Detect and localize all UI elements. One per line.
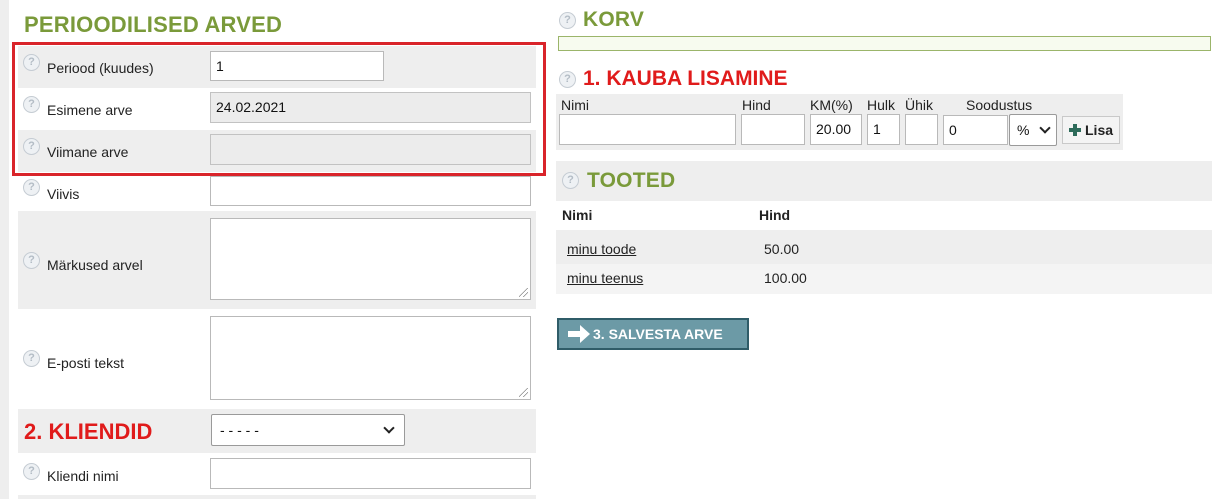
col-header-name: Nimi xyxy=(561,97,589,113)
discount-type-select[interactable]: % xyxy=(1009,114,1057,146)
help-icon[interactable] xyxy=(23,350,40,367)
add-item-title: 1. KAUBA LISAMINE xyxy=(583,67,788,90)
left-edge-strip xyxy=(0,0,9,499)
highlight-box xyxy=(12,42,546,176)
notes-label: Märkused arvel xyxy=(47,257,143,273)
email-text-textarea[interactable] xyxy=(210,316,531,400)
col-header-price: Hind xyxy=(742,97,771,113)
row-divider xyxy=(18,495,536,499)
add-item-button[interactable]: Lisa xyxy=(1062,116,1121,144)
col-header-discount: Soodustus xyxy=(966,97,1033,113)
plus-icon xyxy=(1069,124,1081,136)
notes-textarea[interactable] xyxy=(210,218,531,300)
col-header-vat: KM(%) xyxy=(810,97,853,113)
penalty-label: Viivis xyxy=(47,186,80,202)
cart-box xyxy=(558,36,1211,51)
product-link[interactable]: minu teenus xyxy=(567,270,643,286)
chevron-down-icon xyxy=(1039,122,1051,134)
help-icon[interactable] xyxy=(23,252,40,269)
client-select-value: - - - - - xyxy=(220,422,259,438)
products-title: TOOTED xyxy=(587,169,676,192)
penalty-input[interactable] xyxy=(210,176,531,206)
help-icon[interactable] xyxy=(23,463,40,480)
item-discount-input[interactable]: 0 xyxy=(943,115,1008,145)
product-row[interactable]: minu toode 50.00 xyxy=(556,230,1212,264)
client-name-label: Kliendi nimi xyxy=(47,468,119,484)
save-invoice-button[interactable]: 3. SALVESTA ARVE xyxy=(557,318,749,350)
col-header-unit: Ühik xyxy=(905,97,934,113)
discount-type-value: % xyxy=(1017,122,1030,138)
client-name-input[interactable] xyxy=(210,458,531,489)
help-icon[interactable] xyxy=(559,71,576,88)
item-price-input[interactable] xyxy=(741,114,805,145)
help-icon[interactable] xyxy=(562,172,579,189)
client-select[interactable]: - - - - - xyxy=(211,414,405,446)
cart-title: KORV xyxy=(583,8,645,31)
item-qty-input[interactable]: 1 xyxy=(867,114,900,145)
products-col-price: Hind xyxy=(759,207,791,223)
help-icon[interactable] xyxy=(559,12,576,29)
add-item-label: Lisa xyxy=(1085,122,1114,138)
item-name-input[interactable] xyxy=(559,114,736,145)
product-link[interactable]: minu toode xyxy=(567,241,636,257)
item-unit-input[interactable] xyxy=(905,114,938,145)
periodic-invoices-title: PERIOODILISED ARVED xyxy=(24,12,283,37)
products-col-name: Nimi xyxy=(562,207,593,223)
product-price: 50.00 xyxy=(764,241,800,257)
arrow-right-icon xyxy=(568,325,590,343)
help-icon[interactable] xyxy=(23,179,40,196)
product-price: 100.00 xyxy=(764,270,807,286)
col-header-qty: Hulk xyxy=(867,97,896,113)
item-vat-input[interactable]: 20.00 xyxy=(810,114,862,145)
resize-grip-icon[interactable] xyxy=(519,288,528,297)
chevron-down-icon xyxy=(383,422,395,434)
product-row[interactable]: minu teenus 100.00 xyxy=(556,264,1212,294)
email-text-label: E-posti tekst xyxy=(47,355,125,371)
products-header: TOOTED xyxy=(556,161,1212,201)
resize-grip-icon[interactable] xyxy=(519,388,528,397)
clients-title: 2. KLIENDID xyxy=(24,419,153,444)
save-invoice-label: 3. SALVESTA ARVE xyxy=(593,326,723,342)
